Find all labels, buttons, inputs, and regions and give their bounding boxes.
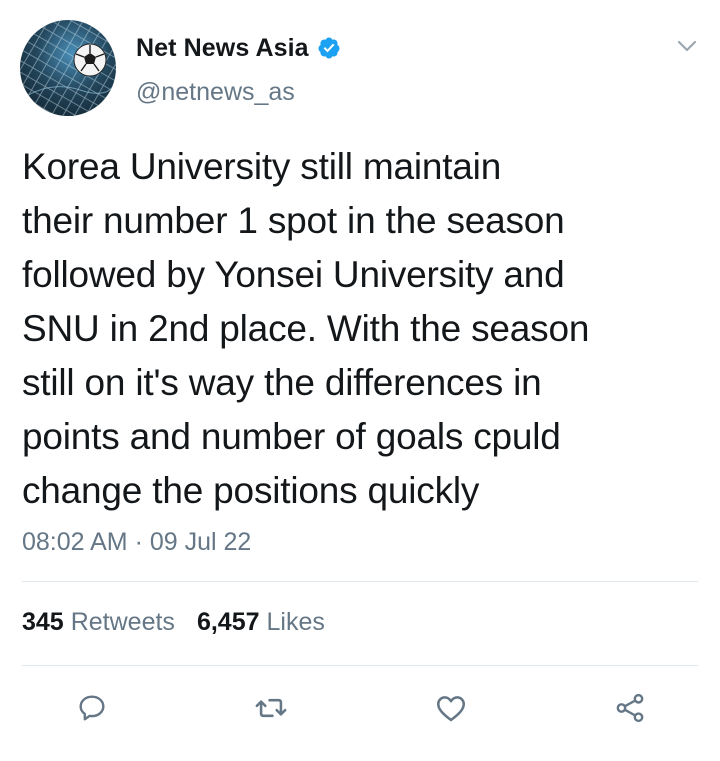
verified-badge-icon [318, 37, 340, 59]
retweets-label[interactable]: Retweets [71, 608, 175, 637]
divider [22, 581, 698, 582]
divider [22, 665, 698, 666]
action-bar [0, 684, 720, 732]
tweet-timestamp[interactable]: 08:02 AM · 09 Jul 22 [22, 528, 251, 557]
chevron-down-icon[interactable] [676, 36, 698, 56]
tweet-text: Korea University still maintain their nu… [22, 146, 590, 511]
tweet-card: Net News Asia @netnews_as Korea Universi… [0, 0, 720, 761]
soccer-ball-in-net-icon [20, 20, 116, 116]
avatar[interactable] [20, 20, 116, 116]
display-name-row: Net News Asia [136, 30, 341, 66]
reply-button[interactable] [72, 688, 112, 728]
tweet-stats: 345 Retweets 6,457 Likes [22, 608, 325, 637]
share-icon [616, 693, 644, 723]
likes-label[interactable]: Likes [267, 608, 325, 637]
user-block: Net News Asia @netnews_as [136, 30, 341, 107]
display-name[interactable]: Net News Asia [136, 34, 309, 63]
like-icon [436, 696, 466, 722]
retweets-count[interactable]: 345 [22, 608, 64, 637]
like-button[interactable] [431, 688, 471, 728]
retweet-button[interactable] [251, 688, 291, 728]
likes-count[interactable]: 6,457 [197, 608, 260, 637]
share-button[interactable] [610, 688, 650, 728]
reply-icon [79, 695, 105, 721]
retweet-icon [255, 698, 287, 718]
user-handle[interactable]: @netnews_as [136, 78, 341, 107]
